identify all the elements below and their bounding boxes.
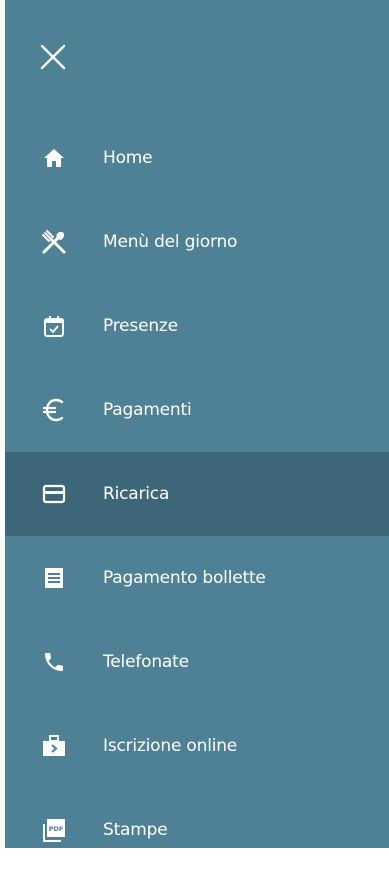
sidebar-item-telefonate[interactable]: Telefonate [5,620,389,704]
credit-card-icon [41,481,67,507]
sidebar-item-label: Pagamento bollette [103,568,266,588]
sidebar-item-label: Iscrizione online [103,736,238,756]
phone-icon [41,649,67,675]
close-icon [40,44,66,70]
sidebar-item-presenze[interactable]: Presenze [5,284,389,368]
sidebar-item-menu-del-giorno[interactable]: Menù del giorno [5,200,389,284]
sidebar-item-label: Pagamenti [103,400,192,420]
bill-icon [41,565,67,591]
sidebar-menu: Home Menù del giorno Presenze Pagamenti … [5,116,389,872]
briefcase-icon [41,733,67,759]
sidebar-item-ricarica[interactable]: Ricarica [5,452,389,536]
navigation-drawer: Home Menù del giorno Presenze Pagamenti … [0,0,389,848]
sidebar-item-label: Stampe [103,820,168,840]
sidebar-item-label: Telefonate [103,652,189,672]
sidebar-item-stampe[interactable]: PDF Stampe [5,788,389,872]
pdf-icon: PDF [41,817,67,843]
svg-text:PDF: PDF [49,825,64,833]
sidebar-item-pagamento-bollette[interactable]: Pagamento bollette [5,536,389,620]
fork-knife-icon [41,229,67,255]
sidebar-item-pagamenti[interactable]: Pagamenti [5,368,389,452]
sidebar-item-iscrizione-online[interactable]: Iscrizione online [5,704,389,788]
sidebar-item-label: Menù del giorno [103,232,238,252]
calendar-check-icon [41,313,67,339]
sidebar-item-home[interactable]: Home [5,116,389,200]
sidebar-item-label: Ricarica [103,484,170,504]
sidebar-item-label: Presenze [103,316,178,336]
home-icon [41,145,67,171]
sidebar-item-label: Home [103,148,153,168]
euro-icon [41,397,67,423]
close-button[interactable] [38,42,74,78]
